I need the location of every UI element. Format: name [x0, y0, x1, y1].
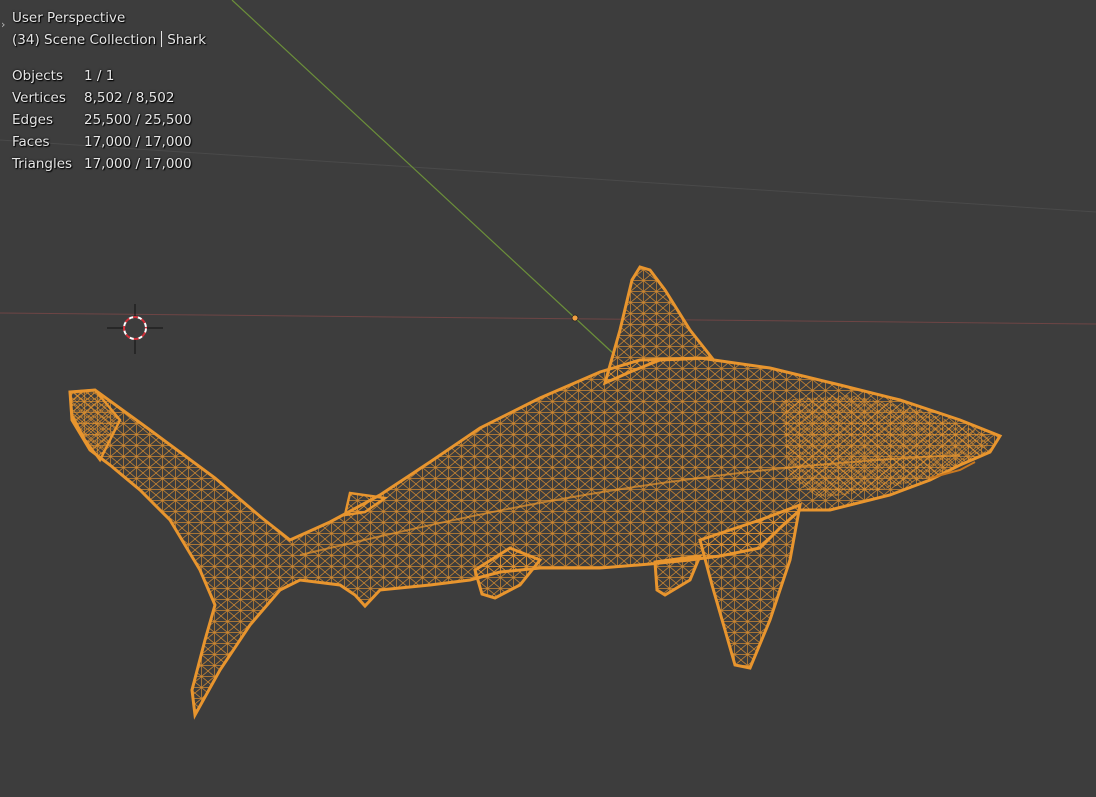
shark-anal-fin[interactable]: [653, 554, 703, 597]
stat-label: Triangles: [12, 156, 73, 172]
collection-name: Scene Collection: [44, 32, 157, 48]
stat-label: Faces: [12, 134, 50, 150]
stat-value: 17,000 / 17,000: [84, 156, 192, 172]
frame-number: (34): [12, 32, 40, 48]
x-axis-line: [0, 312, 1096, 325]
object-origin-icon[interactable]: [571, 314, 579, 322]
stat-value: 17,000 / 17,000: [84, 134, 192, 150]
3d-viewport[interactable]: › User Perspective (34) Scene Collection…: [0, 0, 1096, 797]
chevron-right-icon[interactable]: ›: [1, 19, 5, 31]
stat-label: Objects: [12, 68, 64, 84]
stat-label: Edges: [12, 112, 54, 128]
3d-cursor-icon[interactable]: [107, 304, 163, 354]
stat-label: Vertices: [12, 90, 66, 106]
view-name: User Perspective: [12, 10, 126, 26]
y-axis-line: [231, 0, 616, 356]
stat-value: 25,500 / 25,500: [84, 112, 192, 128]
active-object-name: Shark: [167, 32, 207, 48]
stat-value: 8,502 / 8,502: [84, 90, 175, 106]
shark-mesh[interactable]: [68, 265, 1003, 720]
separator: [161, 31, 163, 47]
stat-value: 1 / 1: [84, 68, 115, 84]
shark-head: [780, 395, 990, 498]
collection-info: (34) Scene Collection Shark: [12, 29, 206, 51]
